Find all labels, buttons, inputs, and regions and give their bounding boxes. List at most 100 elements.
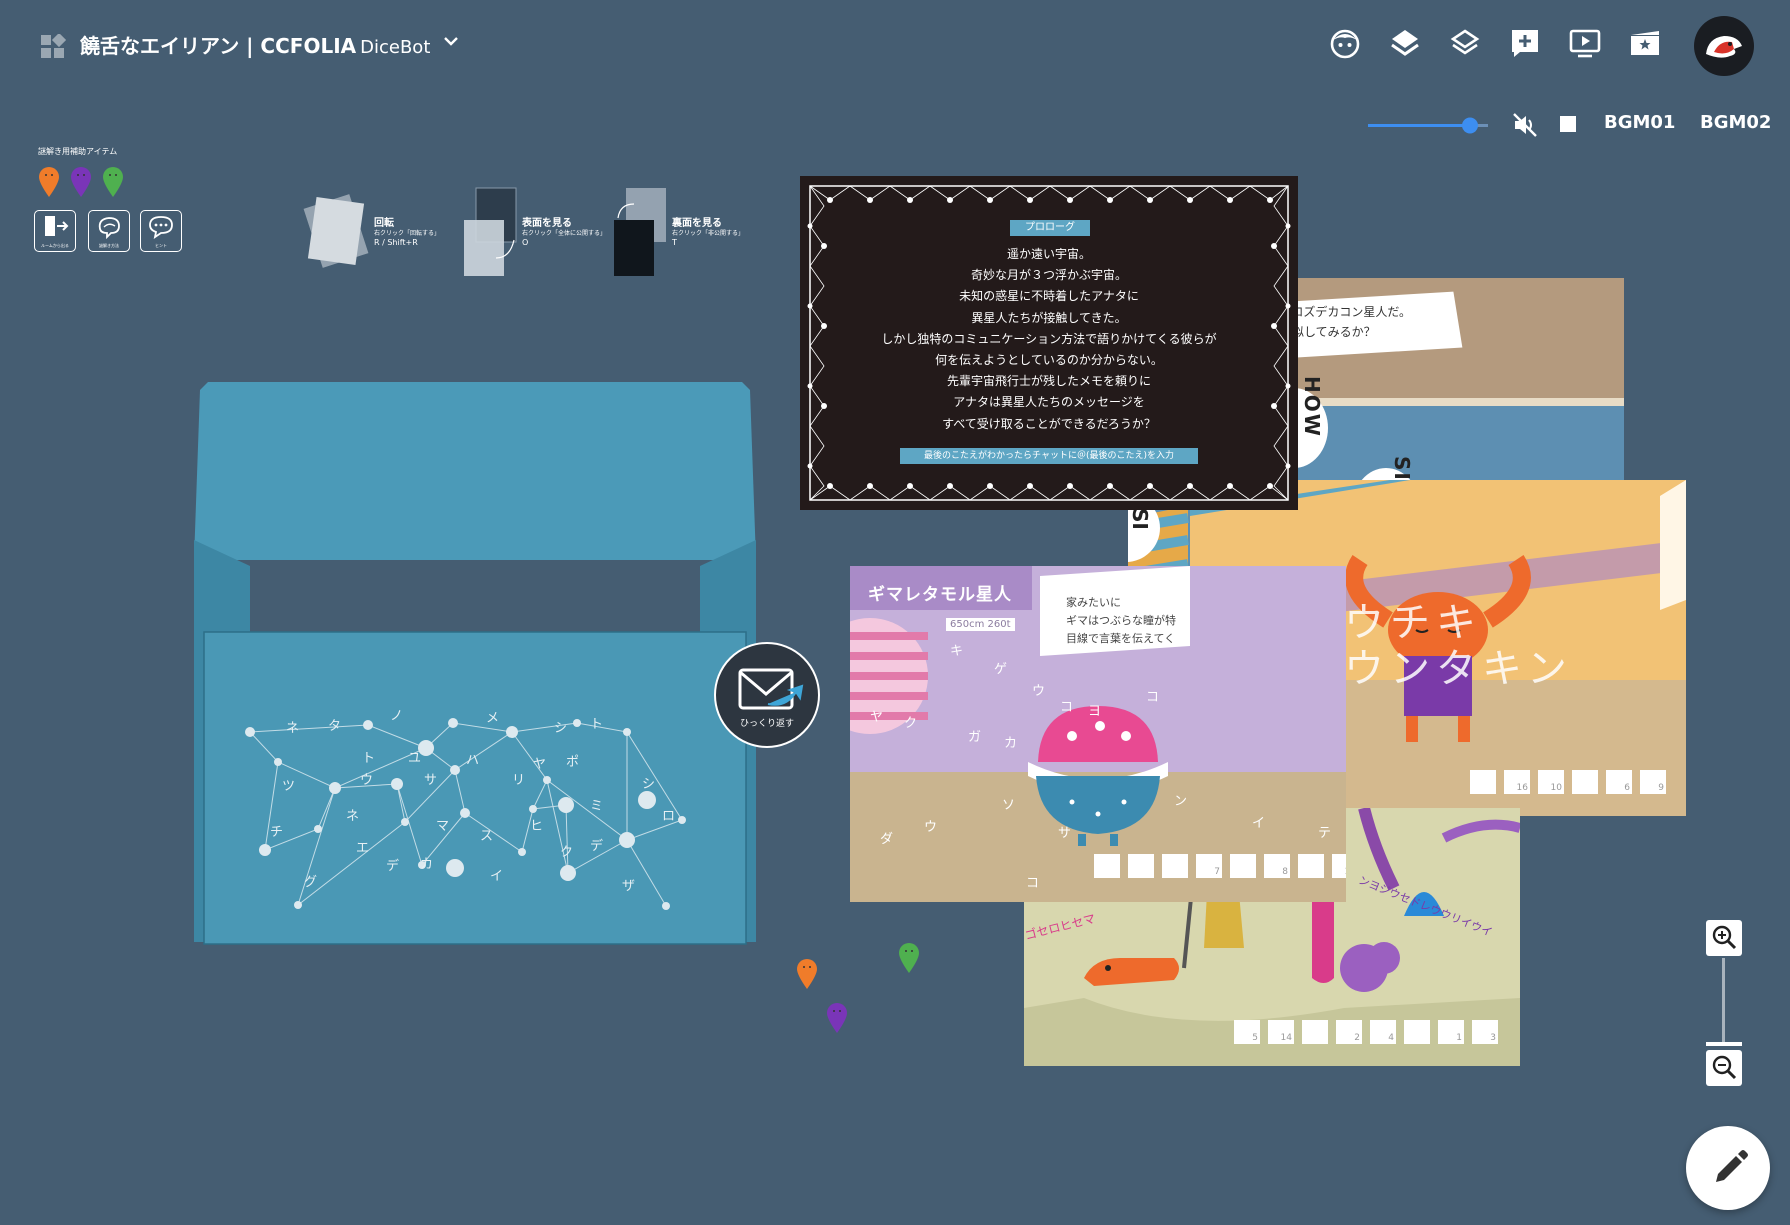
flip-card-button[interactable]: ひっくり返す xyxy=(714,642,820,748)
movie-clapper-icon[interactable] xyxy=(1628,26,1662,60)
svg-text:デ: デ xyxy=(590,838,603,854)
zoom-in-button[interactable] xyxy=(1706,920,1742,956)
letter: ソ xyxy=(1002,798,1016,813)
screen-play-icon[interactable] xyxy=(1568,26,1602,60)
svg-text:ミ: ミ xyxy=(590,799,603,814)
puzzle-method-button[interactable]: 謎解き方法 xyxy=(88,210,130,252)
character-face-icon[interactable] xyxy=(1328,26,1362,60)
letter: ン xyxy=(1526,646,1573,692)
letter: ウ xyxy=(924,820,938,835)
exit-room-button[interactable]: ルームから出る xyxy=(34,210,76,252)
svg-text:ネ: ネ xyxy=(346,809,359,824)
orange-map-pin-icon[interactable] xyxy=(38,166,60,198)
svg-text:シ: シ xyxy=(642,777,655,792)
prologue-line: 何を伝えようとしているのか分からない。 xyxy=(935,353,1163,368)
user-avatar[interactable] xyxy=(1694,16,1754,76)
room-name: 饒舌なエイリアン | CCFOLIA xyxy=(80,34,357,58)
bubble-how: HOW xyxy=(1300,376,1324,438)
alien-name: ギマレタモル星人 xyxy=(868,585,1012,605)
answer-box[interactable]: 5 xyxy=(1234,1020,1260,1044)
svg-text:マ: マ xyxy=(436,819,449,834)
answer-box[interactable]: 6 xyxy=(1606,770,1632,794)
rotate-shortcut: R / Shift+R xyxy=(374,238,418,247)
answer-box[interactable] xyxy=(1404,1020,1430,1044)
svg-text:メ: メ xyxy=(486,711,499,726)
bgm-track-02[interactable]: BGM02 xyxy=(1700,112,1771,133)
envelope-flip-icon xyxy=(738,668,804,710)
edit-fab-button[interactable] xyxy=(1686,1126,1770,1210)
flip-card-label: ひっくり返す xyxy=(739,719,794,729)
prologue-text: 遥か遠い宇宙。 奇妙な月が３つ浮かぶ宇宙。 未知の惑星に不時着したアナタに 異星… xyxy=(800,244,1298,435)
letter: ウ xyxy=(1344,600,1390,646)
svg-text:ウ: ウ xyxy=(360,773,373,788)
answer-box[interactable] xyxy=(1302,1020,1328,1044)
zoom-in-icon xyxy=(1712,925,1737,950)
answer-number: 6 xyxy=(1624,783,1630,793)
prologue-line: 未知の惑星に不時着したアナタに xyxy=(959,289,1139,304)
alien-card-gimaretamoru[interactable]: ギマレタモル星人 650cm 260t 家みたいに ギマはつぶらな瞳が特 目線で… xyxy=(850,566,1346,902)
dicebot-system: DiceBot xyxy=(360,37,431,58)
bgm-volume-slider[interactable] xyxy=(1368,114,1488,138)
svg-text:ロ: ロ xyxy=(662,809,675,824)
answer-number: 11 xyxy=(1345,867,1346,877)
answer-box[interactable]: 8 xyxy=(1264,854,1290,878)
answer-number: 2 xyxy=(1354,1033,1360,1043)
answer-box[interactable]: 2 xyxy=(1336,1020,1362,1044)
bgm-stop-button[interactable] xyxy=(1560,116,1576,132)
letter: カ xyxy=(1004,736,1018,751)
answer-box[interactable]: 14 xyxy=(1268,1020,1294,1044)
orange-map-pin-icon[interactable] xyxy=(796,958,818,990)
add-box-icon[interactable] xyxy=(1508,26,1542,60)
helper-items-title: 謎解き用補助アイテム xyxy=(38,147,118,156)
answer-number: 7 xyxy=(1214,867,1220,877)
answer-box[interactable]: 1 xyxy=(1438,1020,1464,1044)
chevron-down-icon[interactable] xyxy=(440,30,462,52)
prologue-card[interactable]: プロローグ 遥か遠い宇宙。 奇妙な月が３つ浮かぶ宇宙。 未知の惑星に不時着したア… xyxy=(800,176,1298,510)
svg-text:イ: イ xyxy=(490,869,503,884)
envelope-card[interactable]: ネタノ メシト トユハヤポ ツウサリシ ミロネマスヒ チエデ カクデ グイザ xyxy=(190,380,760,950)
room-title[interactable]: 饒舌なエイリアン | CCFOLIA DiceBot xyxy=(80,30,430,59)
answer-box[interactable]: 3 xyxy=(1472,1020,1498,1044)
answer-box[interactable] xyxy=(1094,854,1120,878)
answer-number: 5 xyxy=(1252,1033,1258,1043)
purple-map-pin-icon[interactable] xyxy=(70,166,92,198)
answer-box[interactable] xyxy=(1298,854,1324,878)
svg-text:ノ: ノ xyxy=(390,709,403,724)
svg-text:サ: サ xyxy=(424,773,437,788)
answer-box[interactable]: 11 xyxy=(1332,854,1346,878)
zoom-slider-handle[interactable] xyxy=(1706,1042,1742,1046)
answer-box[interactable]: 7 xyxy=(1196,854,1222,878)
svg-text:エ: エ xyxy=(356,841,369,856)
answer-number: 4 xyxy=(1388,1033,1394,1043)
svg-text:ヒ: ヒ xyxy=(530,819,543,834)
rotate-title: 回転 xyxy=(374,218,394,229)
purple-map-pin-icon[interactable] xyxy=(826,1002,848,1034)
zoom-out-button[interactable] xyxy=(1706,1050,1742,1086)
letter: キ xyxy=(950,644,964,659)
answer-box[interactable] xyxy=(1470,770,1496,794)
hint-button[interactable]: ヒント xyxy=(140,210,182,252)
letter: タ xyxy=(1436,646,1482,692)
zoom-slider-track[interactable] xyxy=(1722,958,1725,1046)
letter: チ xyxy=(1390,600,1436,646)
layers-outline-icon[interactable] xyxy=(1448,26,1482,60)
answer-box[interactable]: 9 xyxy=(1640,770,1666,794)
green-map-pin-icon[interactable] xyxy=(898,942,920,974)
room-list-icon[interactable] xyxy=(40,34,66,60)
answer-box[interactable] xyxy=(1572,770,1598,794)
prologue-line: 遥か遠い宇宙。 xyxy=(1006,247,1091,261)
answer-box[interactable]: 16 xyxy=(1504,770,1530,794)
prologue-line: 異星人たちが接触してきた。 xyxy=(971,310,1127,325)
green-map-pin-icon[interactable] xyxy=(102,166,124,198)
volume-mute-icon[interactable] xyxy=(1512,112,1538,138)
answer-box[interactable] xyxy=(1128,854,1154,878)
svg-text:タ: タ xyxy=(328,719,341,734)
answer-box[interactable] xyxy=(1162,854,1188,878)
bgm-track-01[interactable]: BGM01 xyxy=(1604,112,1675,133)
answer-box[interactable]: 4 xyxy=(1370,1020,1396,1044)
answer-box[interactable]: 10 xyxy=(1538,770,1564,794)
layers-filled-icon[interactable] xyxy=(1388,26,1422,60)
alien-stats: 650cm 260t xyxy=(946,618,1015,631)
answer-box[interactable] xyxy=(1230,854,1256,878)
letter: ヨ xyxy=(1088,704,1102,719)
